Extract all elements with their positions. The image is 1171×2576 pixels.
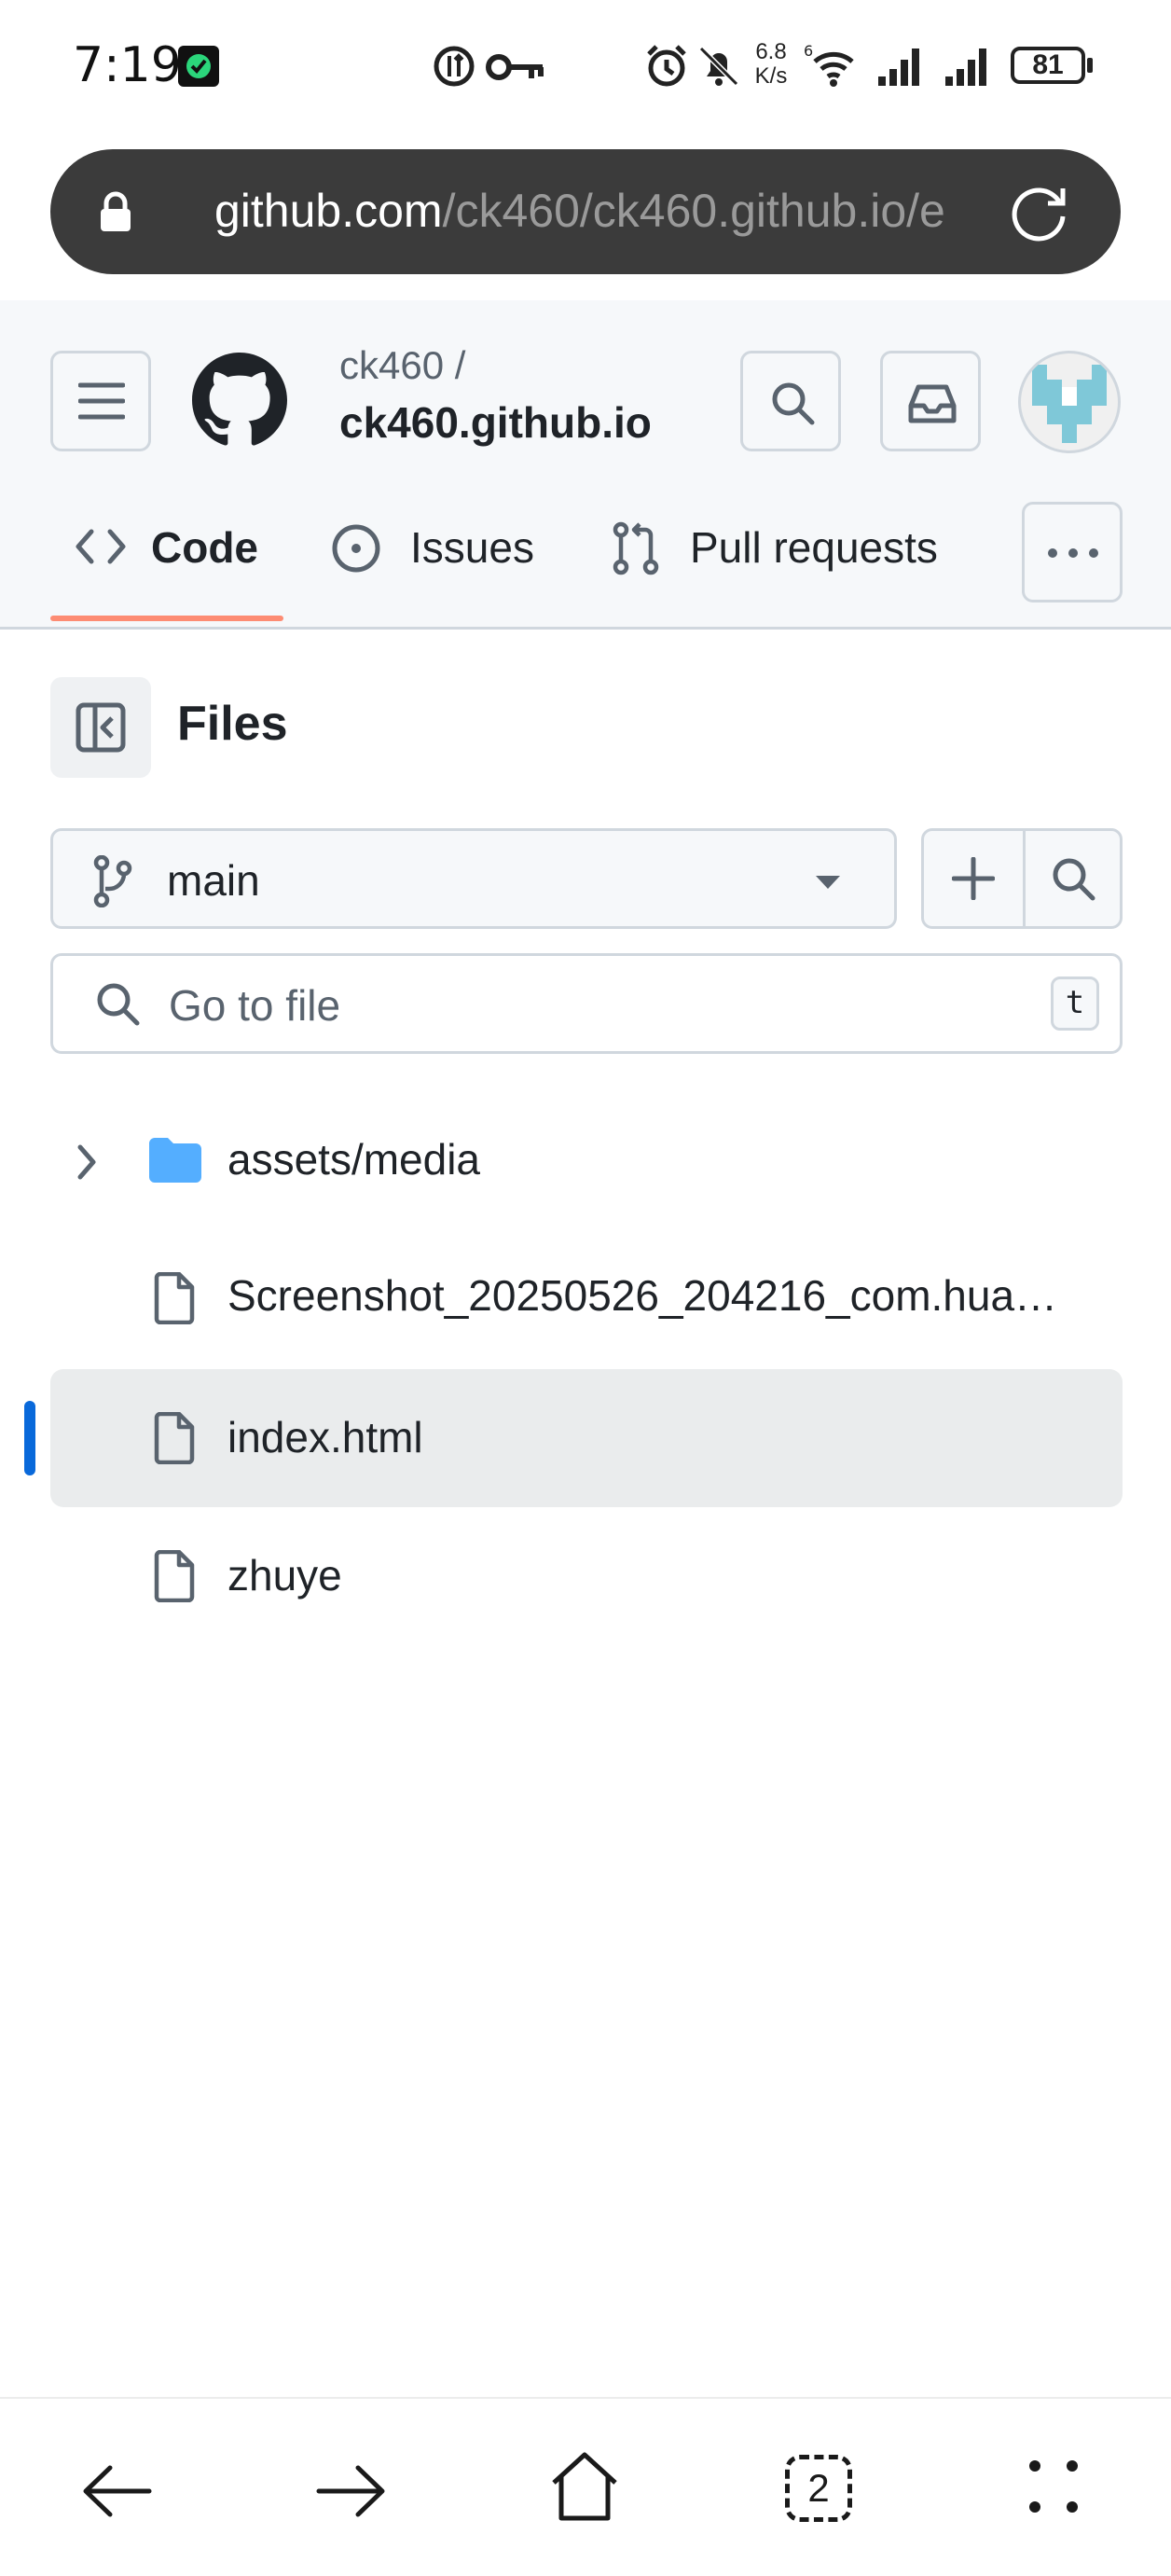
tab-issues[interactable]: Issues	[317, 496, 541, 597]
file-icon	[154, 1412, 195, 1464]
repo-owner[interactable]: ck460 /	[339, 343, 465, 388]
vpn-key-icon	[486, 54, 544, 80]
tree-item-folder[interactable]: assets/media	[50, 1091, 1123, 1229]
branch-selector[interactable]: main	[50, 828, 897, 929]
browser-bottom-nav: 2	[0, 2397, 1171, 2576]
github-logo-icon[interactable]	[192, 353, 287, 448]
inbox-button[interactable]	[880, 351, 981, 451]
avatar[interactable]	[1018, 351, 1121, 453]
status-time: 7:19	[73, 37, 182, 93]
app-notification-icon	[178, 46, 219, 87]
reload-icon[interactable]	[1011, 181, 1072, 242]
hamburger-icon	[78, 382, 125, 420]
net-speed-unit: K/s	[754, 63, 788, 89]
svg-text:6: 6	[804, 42, 813, 60]
wifi-6-icon: 6	[804, 42, 854, 87]
repo-header: ck460 / ck460.github.io Code Issues Pull…	[0, 300, 1171, 630]
more-tabs-button[interactable]	[1022, 502, 1123, 602]
browser-url-bar[interactable]: github.com/ck460/ck460.github.io/e	[50, 149, 1121, 274]
battery-tip	[1087, 58, 1093, 73]
plus-icon	[952, 857, 995, 900]
tab-code[interactable]: Code	[50, 496, 283, 597]
shortcut-key: t	[1065, 984, 1085, 1021]
identicon-icon	[1032, 365, 1107, 443]
active-tab-underline	[50, 616, 283, 621]
lock-icon	[101, 191, 131, 231]
selected-item-marker	[24, 1401, 35, 1475]
tabs-count-button[interactable]: 2	[785, 2455, 852, 2522]
git-branch-icon	[93, 855, 132, 907]
files-title: Files	[177, 697, 288, 751]
home-icon[interactable]	[548, 2451, 621, 2522]
branch-name: main	[167, 856, 260, 905]
tab-issues-label: Issues	[410, 523, 534, 572]
tab-code-label: Code	[151, 523, 258, 572]
file-icon	[154, 1550, 195, 1602]
silent-bell-icon	[698, 46, 739, 87]
url-host: github.com	[214, 185, 443, 237]
signal-icon-2	[945, 48, 986, 86]
url-text[interactable]: github.com/ck460/ck460.github.io/e	[214, 175, 1026, 246]
go-to-file-placeholder: Go to file	[169, 981, 341, 1030]
battery-level: 81	[1032, 49, 1064, 80]
back-arrow-icon[interactable]	[82, 2460, 153, 2522]
add-file-button[interactable]	[924, 831, 1026, 926]
kebab-horizontal-icon	[1048, 548, 1098, 558]
alarm-icon	[647, 45, 686, 87]
pull-request-icon	[613, 521, 659, 575]
repo-name[interactable]: ck460.github.io	[339, 397, 652, 448]
tab-pull-requests[interactable]: Pull requests	[597, 496, 970, 597]
tab-pull-requests-label: Pull requests	[690, 523, 938, 572]
search-icon	[772, 382, 815, 425]
folder-icon	[149, 1138, 201, 1183]
header-search-button[interactable]	[740, 351, 841, 451]
file-actions-group	[921, 828, 1123, 929]
battery-icon: 81	[1011, 47, 1085, 84]
menu-button[interactable]	[50, 351, 151, 451]
tree-item-file-selected[interactable]: index.html	[50, 1369, 1123, 1507]
go-to-file-input[interactable]: Go to file t	[50, 953, 1123, 1054]
tree-item-file[interactable]: zhuye	[50, 1507, 1123, 1645]
chevron-right-icon[interactable]	[76, 1143, 99, 1181]
search-icon-3	[97, 983, 140, 1026]
status-bar: 7:19 6.8 K/s 6 81	[0, 0, 1171, 140]
data-saver-icon	[434, 46, 475, 87]
issue-circle-icon	[332, 524, 380, 573]
caret-down-icon	[816, 876, 840, 889]
inbox-icon	[908, 384, 957, 423]
tree-item-label: zhuye	[227, 1551, 342, 1600]
tree-item-file[interactable]: Screenshot_20250526_204216_com.hua…	[50, 1229, 1123, 1367]
url-path: /ck460/ck460.github.io/e	[442, 185, 945, 237]
tree-item-label: index.html	[227, 1413, 423, 1461]
file-icon	[154, 1272, 195, 1324]
search-code-button[interactable]	[1026, 831, 1120, 926]
net-speed-value: 6.8	[755, 39, 787, 64]
collapse-sidebar-button[interactable]	[50, 677, 151, 778]
code-icon	[76, 529, 126, 564]
search-icon-2	[1053, 858, 1095, 901]
tree-item-label: assets/media	[227, 1135, 481, 1184]
tabs-count: 2	[807, 2466, 830, 2510]
sidebar-collapse-icon	[76, 702, 126, 753]
forward-arrow-icon[interactable]	[315, 2460, 386, 2522]
shortcut-key-badge: t	[1051, 976, 1099, 1031]
more-menu-icon[interactable]	[1026, 2457, 1081, 2516]
tree-item-label: Screenshot_20250526_204216_com.hua…	[227, 1271, 1058, 1320]
signal-icon	[878, 48, 919, 86]
